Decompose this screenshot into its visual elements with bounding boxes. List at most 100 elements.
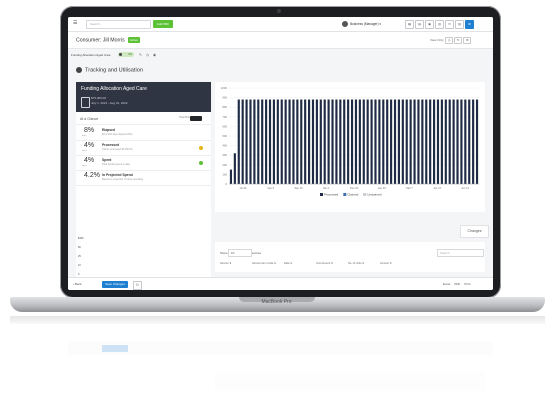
- glance-label: At a Glance: [80, 117, 99, 121]
- back-button[interactable]: ‹ Back: [73, 282, 82, 286]
- reflection: [10, 316, 545, 412]
- table-header-cell[interactable]: Unit Amount ⇅: [316, 262, 348, 265]
- chart-bar: [257, 99, 260, 184]
- chart-bar: [401, 99, 404, 184]
- edit-icon[interactable]: ✎: [139, 53, 146, 57]
- chart-bar: [284, 99, 287, 184]
- funding-toggle[interactable]: ON: [118, 52, 134, 57]
- stat-name: Elapsed: [102, 128, 116, 132]
- entries-select[interactable]: 10: [228, 249, 252, 257]
- chart-bar: [425, 99, 428, 184]
- chart-bar: [272, 99, 275, 184]
- stat-desc: Total funding spent to date: [102, 163, 131, 166]
- calendar-icon[interactable]: ▣: [425, 20, 434, 29]
- grid-icon[interactable]: ▦: [405, 20, 414, 29]
- print-icon[interactable]: ⎙: [445, 37, 454, 44]
- legend-swatch: [363, 193, 367, 196]
- export-button[interactable]: PDF: [454, 282, 460, 286]
- stat-sub: spent: [82, 150, 87, 152]
- camera-icon: [277, 9, 281, 13]
- view-label: View Only: [430, 38, 444, 42]
- stat-name: Processed: [102, 143, 120, 147]
- chart-bar: [393, 99, 397, 184]
- legend-label: Unclaimed: [367, 193, 382, 197]
- chart-bar: [456, 99, 459, 184]
- menu-icon[interactable]: ☰: [73, 21, 79, 26]
- x-tick-label: Apr 27: [434, 186, 442, 190]
- stat-percent: 4%: [84, 157, 95, 164]
- fund-header: Funding Allocation Aged Care $75,000.00 …: [76, 82, 211, 112]
- search-input[interactable]: Search...: [86, 20, 151, 29]
- table-header-cell[interactable]: Service Item Code ⇅: [252, 262, 284, 265]
- chart-bar: [413, 99, 416, 184]
- y-tick-label: 300: [222, 153, 227, 157]
- mail-icon[interactable]: ▧: [455, 20, 464, 29]
- legend-label: Claimed: [347, 193, 358, 197]
- chart-bar: [315, 99, 318, 184]
- x-tick-label: Jun 13: [461, 186, 469, 190]
- funding-row: Funding Allocation Aged Care ON ✎◷◉: [68, 50, 493, 60]
- changes-button[interactable]: Changes: [460, 225, 489, 238]
- export-buttons: Excel PDF Print: [443, 282, 475, 286]
- refresh-icon[interactable]: ↻: [454, 37, 463, 44]
- chart-bar: [323, 99, 326, 184]
- chart-bar: [472, 99, 475, 184]
- settings-icon[interactable]: ⚙: [465, 20, 474, 29]
- message-icon[interactable]: ✉: [445, 20, 454, 29]
- chart-bar: [448, 99, 451, 184]
- chart-bar: [366, 99, 369, 184]
- stat-percent: 4%: [84, 142, 95, 149]
- chart-bar: [350, 99, 354, 184]
- document-icon[interactable]: ▤: [415, 20, 424, 29]
- chart-bar: [311, 99, 315, 184]
- stat-item: 4% spent Processed Claims processed $3,250.…: [76, 141, 211, 156]
- chart-bar: [292, 99, 295, 184]
- table-header-cell[interactable]: Date ⇅: [284, 262, 316, 265]
- chart-bar: [268, 99, 272, 184]
- chart-bar: [308, 99, 311, 184]
- chart-bar: [229, 169, 233, 184]
- export-button[interactable]: Print: [464, 282, 470, 286]
- legend-label: Processed: [324, 193, 339, 197]
- info-icon[interactable]: ◉: [153, 53, 160, 57]
- stat-sub: days: [82, 135, 87, 137]
- mini-axis-label: 10: [78, 264, 81, 267]
- chart-bar: [452, 99, 455, 184]
- add-prf-button[interactable]: Add PRF: [153, 20, 173, 28]
- chart-bar: [296, 99, 299, 184]
- chart-bar: [440, 99, 443, 184]
- mini-axis-label: 50: [78, 246, 81, 249]
- chart-bar: [405, 99, 408, 184]
- chart-bar: [468, 99, 471, 184]
- table-header-cell[interactable]: No. of Units ⇅: [348, 262, 380, 265]
- y-tick-label: 800: [222, 105, 227, 109]
- settings-small-icon[interactable]: ⚙: [463, 37, 472, 44]
- stat-desc: Claims processed $3,250.00: [102, 148, 133, 151]
- table-header-cell[interactable]: Service ⇅: [220, 262, 252, 265]
- export-button[interactable]: Excel: [443, 282, 450, 286]
- reload-icon[interactable]: ↻: [133, 281, 142, 290]
- chart-bar: [417, 99, 420, 184]
- x-tick-label: Mar 7: [406, 186, 413, 190]
- utilisation-chart: 0 100 200 300 400 500 600 700 800 900 1000 Jul 29 Se…: [221, 86, 479, 197]
- table-search-input[interactable]: Search: [437, 249, 484, 257]
- y-tick-label: 200: [222, 163, 227, 167]
- mini-axis-label: 25: [78, 255, 81, 258]
- stat-desc: Based on projection of future spending: [102, 178, 143, 181]
- file-icon: [81, 97, 90, 108]
- history-icon[interactable]: ◷: [146, 53, 153, 57]
- chart-bar: [378, 99, 381, 184]
- stat-sub: spent: [82, 165, 87, 167]
- table-header-cell[interactable]: Amount ⇅: [380, 262, 412, 265]
- laptop-frame: ☰ Search... Add PRF Business (Manager) ▾…: [60, 6, 501, 298]
- chart-bar: [390, 99, 393, 184]
- stat-name: In Projected Spend: [102, 173, 133, 177]
- chart-bar: [475, 99, 479, 184]
- save-changes-button[interactable]: Save Changes: [102, 281, 128, 288]
- chart-bar: [464, 99, 467, 184]
- user-menu[interactable]: Business (Manager) ▾: [342, 20, 381, 28]
- chart-icon[interactable]: ▥: [435, 20, 444, 29]
- chart-bar: [261, 99, 264, 184]
- glance-switch[interactable]: [190, 116, 202, 121]
- y-tick-label: 0: [225, 182, 227, 186]
